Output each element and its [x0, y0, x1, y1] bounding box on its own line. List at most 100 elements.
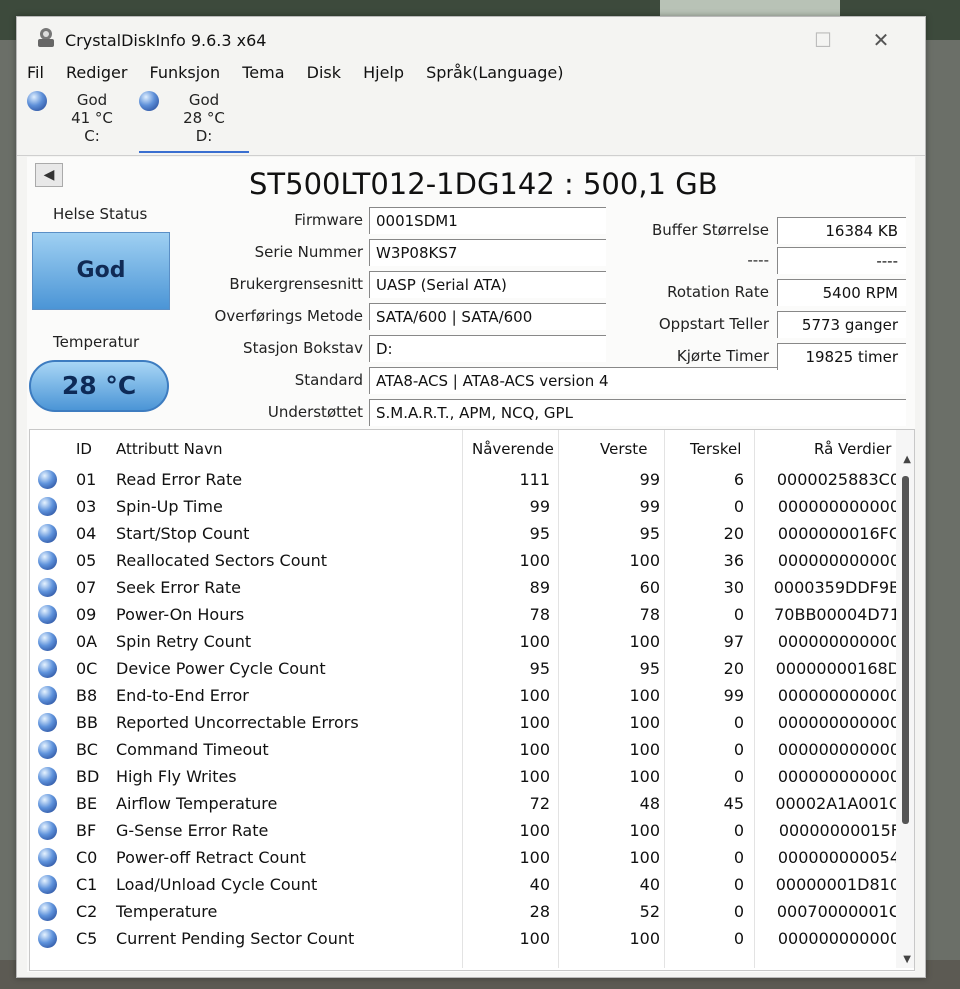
- table-row[interactable]: 09 Power-On Hours 78 78 0 70BB00004D71: [30, 601, 910, 628]
- buffer-size-label: Buffer Størrelse: [651, 221, 769, 239]
- attribute-raw-value: 000000000000: [777, 740, 900, 759]
- menu-disk[interactable]: Disk: [307, 63, 341, 82]
- attribute-current: 89: [529, 578, 550, 597]
- header-threshold[interactable]: Terskel: [690, 440, 741, 458]
- attribute-worst: 95: [639, 659, 660, 678]
- title-bar: CrystalDiskInfo 9.6.3 x64 ☐ ✕: [17, 17, 925, 61]
- attribute-id: C5: [76, 929, 98, 948]
- menu-tema[interactable]: Tema: [242, 63, 284, 82]
- scroll-up-icon[interactable]: ▲: [903, 454, 911, 465]
- attribute-current: 95: [529, 524, 550, 543]
- header-worst[interactable]: Verste: [600, 440, 647, 458]
- close-button[interactable]: ✕: [861, 25, 901, 55]
- table-row[interactable]: BB Reported Uncorrectable Errors 100 100 0 00…: [30, 709, 910, 736]
- table-row[interactable]: 05 Reallocated Sectors Count 100 100 36 00000…: [30, 547, 910, 574]
- drive-letter: D:: [195, 127, 213, 145]
- attribute-name: Read Error Rate: [116, 470, 243, 489]
- blank-label: ----: [747, 251, 769, 269]
- blue-status-dot-icon: [38, 929, 57, 948]
- temperature-badge[interactable]: 28 °C: [29, 360, 169, 412]
- attribute-threshold: 0: [733, 902, 744, 921]
- attribute-worst: 52: [639, 902, 660, 921]
- table-row[interactable]: BD High Fly Writes 100 100 0 000000000000: [30, 763, 910, 790]
- table-row[interactable]: B8 End-to-End Error 100 100 99 000000000000: [30, 682, 910, 709]
- table-row[interactable]: 04 Start/Stop Count 95 95 20 0000000016FC: [30, 520, 910, 547]
- attribute-name: Reallocated Sectors Count: [116, 551, 328, 570]
- table-row[interactable]: BF G-Sense Error Rate 100 100 0 00000000015F: [30, 817, 910, 844]
- rotation-rate-label: Rotation Rate: [667, 283, 769, 301]
- attribute-current: 28: [529, 902, 550, 921]
- drive-selector-bar: God 41 °C C: God 28 °C D:: [17, 87, 925, 156]
- attribute-threshold: 0: [733, 740, 744, 759]
- drive-tab-d[interactable]: God 28 °C D:: [139, 89, 249, 153]
- attribute-id: 03: [76, 497, 97, 516]
- health-status-badge[interactable]: God: [32, 232, 170, 310]
- maximize-button[interactable]: ☐: [803, 25, 843, 55]
- attribute-worst: 100: [629, 686, 660, 705]
- blue-status-dot-icon: [38, 605, 57, 624]
- blue-status-dot-icon: [38, 821, 57, 840]
- power-on-hours-label: Kjørte Timer: [676, 347, 769, 365]
- menu-rediger[interactable]: Rediger: [66, 63, 127, 82]
- attribute-worst: 100: [629, 929, 660, 948]
- supported-label: Understøttet: [267, 403, 363, 421]
- table-row[interactable]: 07 Seek Error Rate 89 60 30 0000359DDF9B: [30, 574, 910, 601]
- table-row[interactable]: 03 Spin-Up Time 99 99 0 000000000000: [30, 493, 910, 520]
- menu-language[interactable]: Språk(Language): [426, 63, 563, 82]
- attribute-id: BC: [76, 740, 98, 759]
- header-attribute-name[interactable]: Attributt Navn: [116, 440, 222, 458]
- blue-status-dot-icon: [38, 740, 57, 759]
- table-row[interactable]: C2 Temperature 28 52 0 00070000001C: [30, 898, 910, 925]
- table-row[interactable]: BC Command Timeout 100 100 0 000000000000: [30, 736, 910, 763]
- menu-fil[interactable]: Fil: [27, 63, 44, 82]
- attribute-name: Power-On Hours: [116, 605, 245, 624]
- table-row[interactable]: 0A Spin Retry Count 100 100 97 000000000000: [30, 628, 910, 655]
- table-row[interactable]: 01 Read Error Rate 111 99 6 0000025883C0: [30, 466, 910, 493]
- attribute-current: 100: [519, 740, 550, 759]
- attribute-current: 100: [519, 821, 550, 840]
- attribute-id: 0A: [76, 632, 98, 651]
- back-arrow-icon[interactable]: ◀: [35, 163, 63, 187]
- attribute-id: 07: [76, 578, 97, 597]
- attribute-name: Device Power Cycle Count: [116, 659, 326, 678]
- table-scrollbar[interactable]: ▲ ▼: [896, 430, 914, 968]
- attribute-id: B8: [76, 686, 98, 705]
- table-row[interactable]: C1 Load/Unload Cycle Count 40 40 0 00000001D8…: [30, 871, 910, 898]
- header-raw-values[interactable]: Rå Verdier: [814, 440, 891, 458]
- blue-status-dot-icon: [27, 91, 47, 111]
- attribute-id: C0: [76, 848, 98, 867]
- attribute-current: 100: [519, 713, 550, 732]
- attribute-worst: 100: [629, 767, 660, 786]
- attribute-worst: 99: [639, 470, 660, 489]
- attribute-current: 99: [529, 497, 550, 516]
- header-id[interactable]: ID: [76, 440, 92, 458]
- table-row[interactable]: C0 Power-off Retract Count 100 100 0 00000000…: [30, 844, 910, 871]
- attribute-id: BE: [76, 794, 98, 813]
- header-current[interactable]: Nåverende: [472, 440, 554, 458]
- health-status-label: Helse Status: [53, 205, 148, 223]
- rotation-rate-value: 5400 RPM: [777, 279, 906, 306]
- power-on-count-label: Oppstart Teller: [658, 315, 769, 333]
- temperature-label: Temperatur: [53, 333, 140, 351]
- attribute-raw-value: 00002A1A001C: [775, 794, 900, 813]
- menu-hjelp[interactable]: Hjelp: [363, 63, 404, 82]
- buffer-size-value: 16384 KB: [777, 217, 906, 244]
- table-row[interactable]: 0C Device Power Cycle Count 95 95 20 00000000…: [30, 655, 910, 682]
- table-row[interactable]: C5 Current Pending Sector Count 100 100 0 000…: [30, 925, 910, 952]
- blue-status-dot-icon: [38, 686, 57, 705]
- attribute-worst: 100: [629, 632, 660, 651]
- table-row[interactable]: BE Airflow Temperature 72 48 45 00002A1A001C: [30, 790, 910, 817]
- scrollbar-thumb[interactable]: [902, 476, 909, 824]
- attribute-raw-value: 000000000000: [777, 767, 900, 786]
- menu-funksjon[interactable]: Funksjon: [150, 63, 221, 82]
- attribute-worst: 48: [639, 794, 660, 813]
- attribute-raw-value: 000000000000: [777, 632, 900, 651]
- app-window: CrystalDiskInfo 9.6.3 x64 ☐ ✕ Fil Redige…: [16, 16, 926, 978]
- scroll-down-icon[interactable]: ▼: [903, 954, 911, 965]
- attribute-name: Spin-Up Time: [116, 497, 223, 516]
- drive-tab-c[interactable]: God 41 °C C:: [27, 89, 137, 151]
- attribute-id: 09: [76, 605, 97, 624]
- attribute-id: C1: [76, 875, 98, 894]
- attribute-raw-value: 0000025883C0: [776, 470, 900, 489]
- attribute-threshold: 45: [723, 794, 744, 813]
